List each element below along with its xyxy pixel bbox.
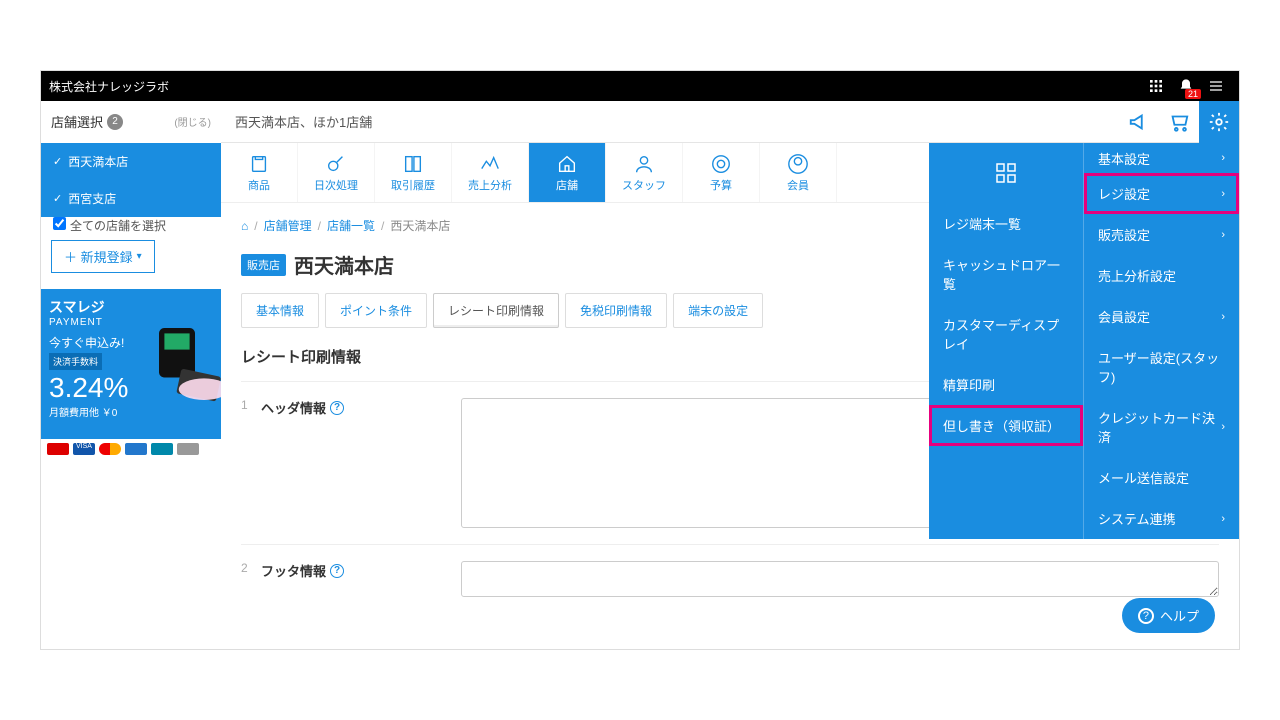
breadcrumb-current: 西天満本店	[390, 217, 450, 234]
apps-icon[interactable]	[1141, 71, 1171, 101]
store-selector[interactable]: 店舗選択 2 (閉じる)	[41, 101, 221, 143]
help-icon[interactable]: ?	[330, 401, 344, 415]
breadcrumb-b[interactable]: 店舗一覧	[327, 217, 375, 234]
card-brands: VISA	[41, 439, 221, 459]
tab-taxfree[interactable]: 免税印刷情報	[565, 293, 667, 328]
gear-icon[interactable]	[1199, 101, 1239, 143]
cart-icon[interactable]	[1159, 101, 1199, 143]
sidebar: 西天満本店 西宮支店 全ての店舗を選択 ＋ 新規登録 スマレジ PAYMENT …	[41, 143, 221, 459]
menu-member-settings[interactable]: 会員設定›	[1084, 296, 1239, 337]
menu-regi-list[interactable]: レジ端末一覧	[929, 203, 1083, 244]
menu-sales-settings[interactable]: 販売設定›	[1084, 214, 1239, 255]
menu-proviso[interactable]: 但し書き（領収証）	[929, 405, 1083, 446]
sidebar-store-0[interactable]: 西天満本店	[41, 143, 221, 180]
menu-mail-settings[interactable]: メール送信設定	[1084, 457, 1239, 498]
new-register-button[interactable]: ＋ 新規登録	[51, 240, 155, 273]
menu-card-settings[interactable]: クレジットカード決済›	[1084, 397, 1239, 457]
select-all-stores[interactable]: 全ての店舗を選択	[41, 209, 178, 243]
nav-products[interactable]: 商品	[221, 143, 298, 202]
nav-daily[interactable]: 日次処理	[298, 143, 375, 202]
nav-members[interactable]: 会員	[760, 143, 837, 202]
card-reader-icon	[141, 319, 221, 409]
breadcrumb-a[interactable]: 店舗管理	[264, 217, 312, 234]
field-footer: 2 フッタ情報?	[241, 544, 1219, 613]
menu-system-link[interactable]: システム連携›	[1084, 498, 1239, 539]
promo-banner[interactable]: スマレジ PAYMENT 今すぐ申込み! 決済手数料 3.24% 月額費用他 ￥…	[41, 289, 221, 459]
grid-icon[interactable]	[929, 143, 1083, 203]
notif-badge: 21	[1185, 89, 1201, 99]
topbar: 株式会社ナレッジラボ 21	[41, 71, 1239, 101]
help-icon[interactable]: ?	[330, 564, 344, 578]
tab-basic[interactable]: 基本情報	[241, 293, 319, 328]
menu-user-settings[interactable]: ユーザー設定(スタッフ)	[1084, 337, 1239, 397]
tab-receipt[interactable]: レシート印刷情報	[433, 293, 559, 328]
settings-menu: レジ端末一覧 キャッシュドロア一覧 カスタマーディスプレイ 精算印刷 但し書き（…	[929, 143, 1239, 539]
toolbar: 店舗選択 2 (閉じる) 西天満本店、ほか1店舗	[41, 101, 1239, 143]
menu-analytics-settings[interactable]: 売上分析設定	[1084, 255, 1239, 296]
store-tag: 販売店	[241, 254, 286, 276]
nav-budget[interactable]: 予算	[683, 143, 760, 202]
menu-settlement-print[interactable]: 精算印刷	[929, 364, 1083, 405]
tab-terminal[interactable]: 端末の設定	[673, 293, 763, 328]
menu-basic-settings[interactable]: 基本設定›	[1084, 143, 1239, 173]
menu-cashdrawer[interactable]: キャッシュドロア一覧	[929, 244, 1083, 304]
bell-icon[interactable]: 21	[1171, 71, 1201, 101]
tab-point[interactable]: ポイント条件	[325, 293, 427, 328]
store-name: 西天満本店	[294, 250, 394, 279]
help-button[interactable]: ?ヘルプ	[1122, 598, 1215, 633]
store-count: 2	[107, 114, 123, 130]
menu-display[interactable]: カスタマーディスプレイ	[929, 304, 1083, 364]
nav-staff[interactable]: スタッフ	[606, 143, 683, 202]
announce-icon[interactable]	[1119, 101, 1159, 143]
home-icon[interactable]: ⌂	[241, 219, 248, 233]
footer-textarea[interactable]	[461, 561, 1219, 597]
menu-regi-settings[interactable]: レジ設定›	[1084, 173, 1239, 214]
company-name: 株式会社ナレッジラボ	[49, 78, 169, 95]
current-store-label: 西天満本店、ほか1店舗	[221, 112, 386, 131]
menu-icon[interactable]	[1201, 71, 1231, 101]
nav-analytics[interactable]: 売上分析	[452, 143, 529, 202]
store-close[interactable]: (閉じる)	[174, 114, 211, 129]
nav-store[interactable]: 店舗	[529, 143, 606, 202]
nav-history[interactable]: 取引履歴	[375, 143, 452, 202]
